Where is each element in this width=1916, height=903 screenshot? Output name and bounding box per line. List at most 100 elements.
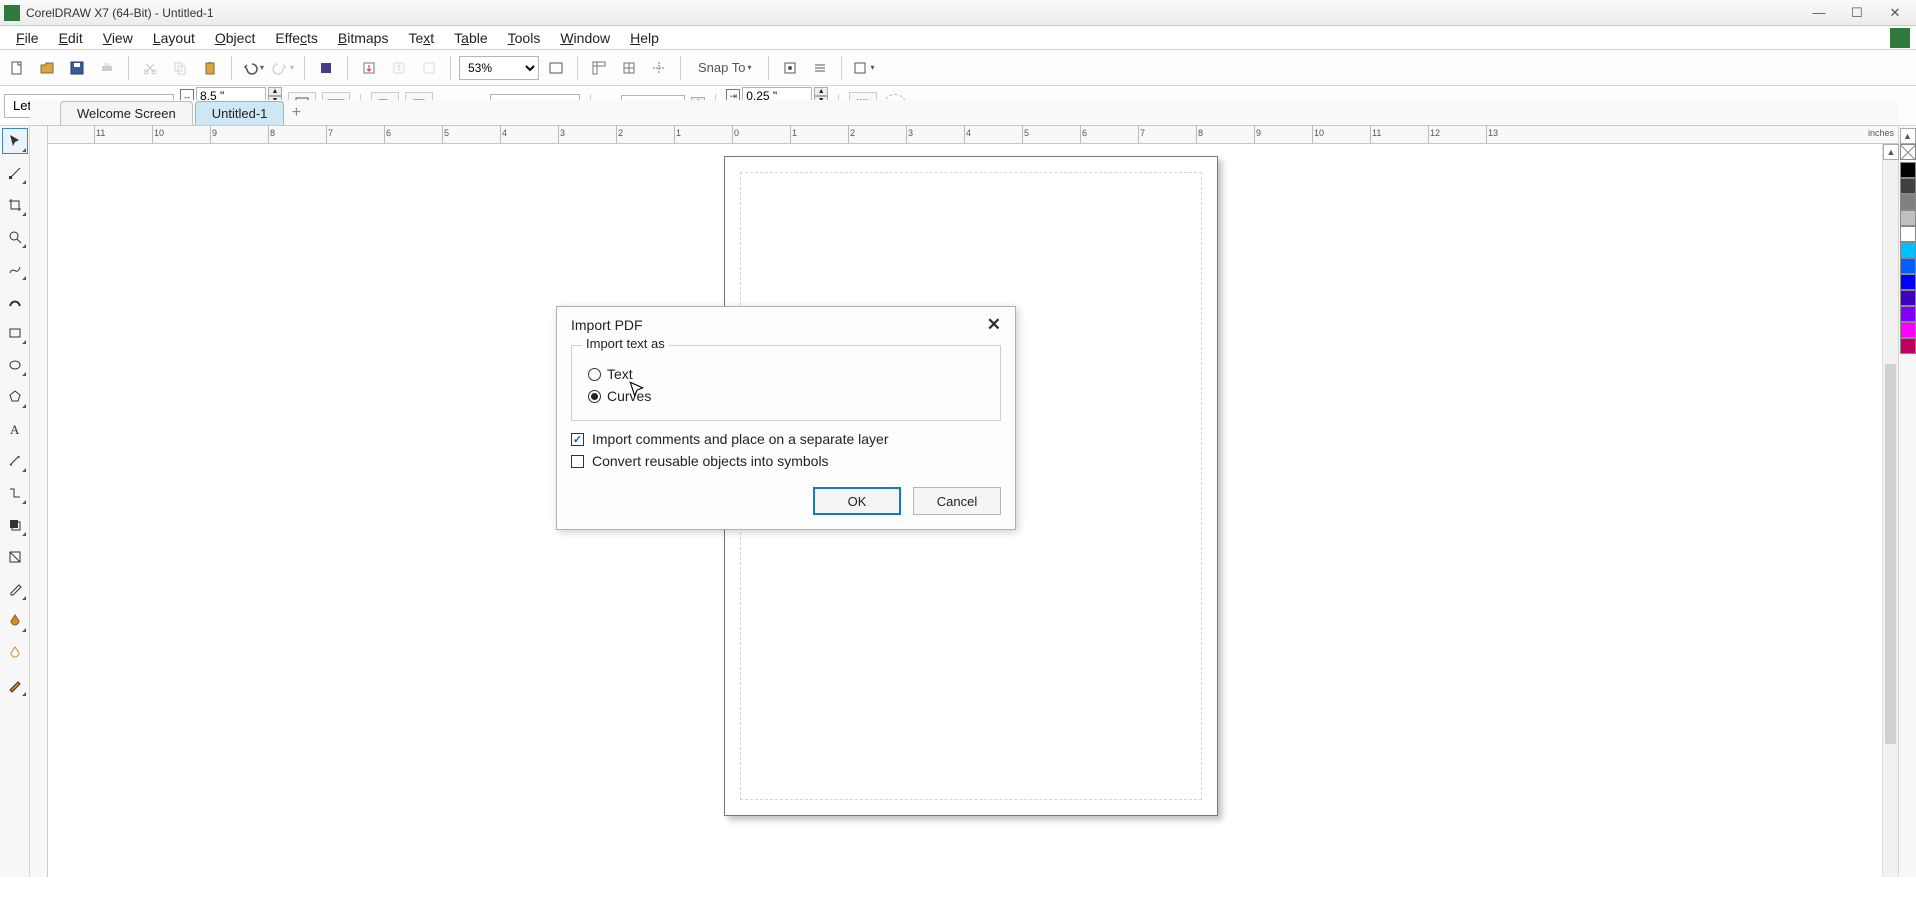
window-controls: — ☐ ✕ bbox=[1806, 4, 1908, 22]
radio-text-row[interactable]: Text bbox=[588, 366, 984, 382]
color-swatch[interactable] bbox=[1900, 258, 1916, 274]
options-icon[interactable] bbox=[777, 55, 803, 81]
toolbox: A bbox=[0, 126, 30, 877]
menu-table[interactable]: Table bbox=[444, 28, 497, 48]
connector-tool[interactable] bbox=[2, 480, 28, 506]
vertical-ruler[interactable] bbox=[30, 126, 48, 877]
tab-welcome-screen[interactable]: Welcome Screen bbox=[60, 101, 193, 125]
menu-window[interactable]: Window bbox=[550, 28, 620, 48]
document-tabs: Welcome Screen Untitled-1 + bbox=[30, 100, 1898, 126]
scroll-thumb[interactable] bbox=[1885, 364, 1896, 744]
tab-untitled-1[interactable]: Untitled-1 bbox=[195, 101, 285, 125]
horizontal-ruler[interactable]: inches 1110987654321012345678910111213 bbox=[48, 126, 1898, 144]
app-logo-icon bbox=[1890, 28, 1910, 48]
radio-curves-row[interactable]: Curves bbox=[588, 388, 984, 404]
menu-file[interactable]: File bbox=[6, 28, 49, 48]
no-color-swatch[interactable] bbox=[1900, 144, 1916, 160]
dialog-button-row: OK Cancel bbox=[557, 475, 1015, 529]
import-icon[interactable] bbox=[356, 55, 382, 81]
import-pdf-dialog: Import PDF ✕ Import text as Text Curves … bbox=[556, 306, 1016, 530]
radio-text[interactable] bbox=[588, 368, 601, 381]
snap-to-dropdown[interactable]: Snap To bbox=[689, 55, 760, 81]
dialog-close-button[interactable]: ✕ bbox=[983, 315, 1005, 335]
pick-tool[interactable] bbox=[2, 128, 28, 154]
color-swatch[interactable] bbox=[1900, 242, 1916, 258]
rectangle-tool[interactable] bbox=[2, 320, 28, 346]
app-icon bbox=[4, 5, 20, 21]
full-screen-preview-icon[interactable] bbox=[543, 55, 569, 81]
menu-bitmaps[interactable]: Bitmaps bbox=[328, 28, 399, 48]
vertical-scrollbar[interactable]: ▲ bbox=[1882, 144, 1898, 877]
show-rulers-icon[interactable] bbox=[586, 55, 612, 81]
color-swatch[interactable] bbox=[1900, 322, 1916, 338]
color-swatch[interactable] bbox=[1900, 306, 1916, 322]
zoom-select[interactable]: 53% bbox=[459, 56, 539, 80]
color-swatch[interactable] bbox=[1900, 194, 1916, 210]
crop-tool[interactable] bbox=[2, 192, 28, 218]
outline-pen-tool[interactable] bbox=[2, 672, 28, 698]
color-swatch[interactable] bbox=[1900, 210, 1916, 226]
menu-object[interactable]: Object bbox=[205, 28, 265, 48]
import-comments-row[interactable]: ✓ Import comments and place on a separat… bbox=[571, 431, 1001, 447]
color-swatch[interactable] bbox=[1900, 274, 1916, 290]
cut-icon[interactable] bbox=[137, 55, 163, 81]
search-content-icon[interactable] bbox=[313, 55, 339, 81]
titlebar-text: CorelDRAW X7 (64-Bit) - Untitled-1 bbox=[26, 6, 1806, 20]
menu-edit[interactable]: Edit bbox=[49, 28, 93, 48]
menu-help[interactable]: Help bbox=[620, 28, 669, 48]
copy-icon[interactable] bbox=[167, 55, 193, 81]
artistic-media-tool[interactable] bbox=[2, 288, 28, 314]
save-icon[interactable] bbox=[64, 55, 90, 81]
freehand-tool[interactable] bbox=[2, 256, 28, 282]
transparency-tool[interactable] bbox=[2, 544, 28, 570]
maximize-button[interactable]: ☐ bbox=[1844, 4, 1870, 22]
minimize-button[interactable]: — bbox=[1806, 4, 1832, 22]
show-guidelines-icon[interactable] bbox=[646, 55, 672, 81]
print-icon[interactable] bbox=[94, 55, 120, 81]
palette-up-icon[interactable]: ▲ bbox=[1900, 128, 1916, 144]
scroll-up-icon[interactable]: ▲ bbox=[1883, 144, 1899, 160]
undo-icon[interactable] bbox=[240, 55, 266, 81]
dialog-title-text: Import PDF bbox=[571, 317, 643, 333]
cancel-button[interactable]: Cancel bbox=[913, 487, 1001, 515]
radio-curves[interactable] bbox=[588, 390, 601, 403]
smart-fill-tool[interactable] bbox=[2, 640, 28, 666]
checkbox-convert-symbols[interactable] bbox=[571, 455, 584, 468]
checkbox-convert-symbols-label: Convert reusable objects into symbols bbox=[592, 453, 829, 469]
color-eyedropper-tool[interactable] bbox=[2, 576, 28, 602]
shape-tool[interactable] bbox=[2, 160, 28, 186]
export-icon[interactable] bbox=[386, 55, 412, 81]
open-icon[interactable] bbox=[34, 55, 60, 81]
polygon-tool[interactable] bbox=[2, 384, 28, 410]
menu-text[interactable]: Text bbox=[398, 28, 444, 48]
dup-x-up[interactable]: ▲ bbox=[814, 87, 828, 96]
menu-layout[interactable]: Layout bbox=[143, 28, 205, 48]
color-swatch[interactable] bbox=[1900, 290, 1916, 306]
color-swatch[interactable] bbox=[1900, 162, 1916, 178]
menu-view[interactable]: View bbox=[93, 28, 143, 48]
ellipse-tool[interactable] bbox=[2, 352, 28, 378]
show-grid-icon[interactable] bbox=[616, 55, 642, 81]
interactive-fill-tool[interactable] bbox=[2, 608, 28, 634]
new-doc-icon[interactable] bbox=[4, 55, 30, 81]
color-swatch[interactable] bbox=[1900, 178, 1916, 194]
text-tool[interactable]: A bbox=[2, 416, 28, 442]
menu-effects[interactable]: Effects bbox=[265, 28, 328, 48]
docker-options-icon[interactable] bbox=[850, 55, 876, 81]
parallel-dimension-tool[interactable] bbox=[2, 448, 28, 474]
zoom-tool[interactable] bbox=[2, 224, 28, 250]
checkbox-import-comments[interactable]: ✓ bbox=[571, 433, 584, 446]
width-up[interactable]: ▲ bbox=[268, 87, 282, 96]
redo-icon[interactable] bbox=[270, 55, 296, 81]
color-swatch[interactable] bbox=[1900, 226, 1916, 242]
publish-pdf-icon[interactable] bbox=[416, 55, 442, 81]
ok-button[interactable]: OK bbox=[813, 487, 901, 515]
new-tab-button[interactable]: + bbox=[286, 103, 306, 123]
color-swatch[interactable] bbox=[1900, 338, 1916, 354]
app-launcher-icon[interactable] bbox=[807, 55, 833, 81]
menu-tools[interactable]: Tools bbox=[498, 28, 551, 48]
paste-icon[interactable] bbox=[197, 55, 223, 81]
convert-symbols-row[interactable]: Convert reusable objects into symbols bbox=[571, 453, 1001, 469]
close-window-button[interactable]: ✕ bbox=[1882, 4, 1908, 22]
drop-shadow-tool[interactable] bbox=[2, 512, 28, 538]
